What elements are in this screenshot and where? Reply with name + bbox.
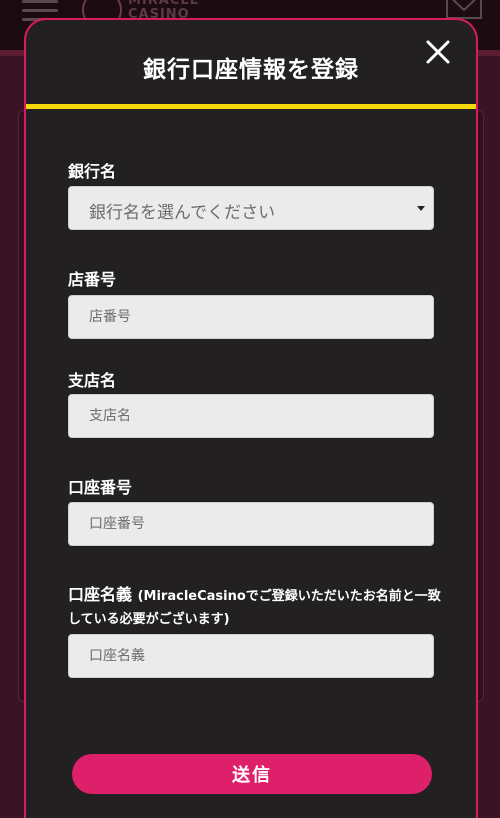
- branch-name-input[interactable]: [68, 394, 434, 438]
- modal-title: 銀行口座情報を登録: [143, 57, 359, 83]
- account-holder-label-row: 口座名義 (MiracleCasinoでご登録いただいたお名前と一致: [68, 581, 441, 605]
- bank-account-modal: 銀行口座情報を登録 銀行名 銀行名を選んでください 店番号 支店名 口座番号 口…: [24, 18, 478, 818]
- bank-name-select-value: 銀行名を選んでください: [89, 203, 276, 223]
- chevron-down-icon: [417, 206, 425, 211]
- account-holder-input[interactable]: [68, 634, 434, 678]
- bank-name-select[interactable]: 銀行名を選んでください: [68, 186, 434, 230]
- modal-header: 銀行口座情報を登録: [26, 20, 476, 109]
- account-holder-note-line2: している必要がございます): [68, 612, 230, 627]
- account-holder-note: (MiracleCasinoでご登録いただいたお名前と一致: [137, 589, 441, 604]
- account-holder-label: 口座名義: [68, 585, 133, 604]
- close-icon[interactable]: [424, 38, 452, 66]
- mail-icon[interactable]: [446, 0, 482, 20]
- branch-number-input[interactable]: [68, 295, 434, 339]
- branch-number-label: 店番号: [68, 270, 117, 289]
- account-number-label: 口座番号: [68, 478, 133, 497]
- bank-name-label: 銀行名: [68, 162, 117, 181]
- account-number-input[interactable]: [68, 502, 434, 546]
- branch-name-label: 支店名: [68, 371, 117, 390]
- submit-button[interactable]: 送信: [72, 754, 432, 794]
